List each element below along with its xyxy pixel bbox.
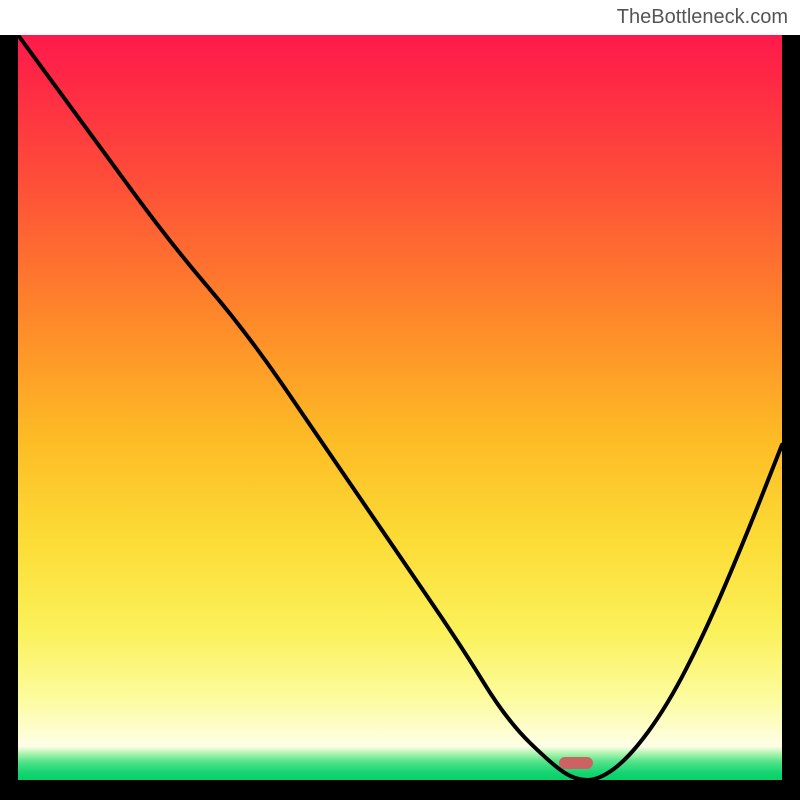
optimal-marker	[559, 757, 593, 769]
x-axis	[0, 780, 800, 800]
chart-container: TheBottleneck.com	[0, 0, 800, 800]
y-axis	[0, 35, 18, 780]
plot-area	[18, 35, 782, 780]
curve-layer	[18, 35, 782, 780]
watermark: TheBottleneck.com	[617, 6, 788, 29]
right-axis	[782, 35, 800, 780]
bottleneck-curve	[18, 35, 782, 780]
